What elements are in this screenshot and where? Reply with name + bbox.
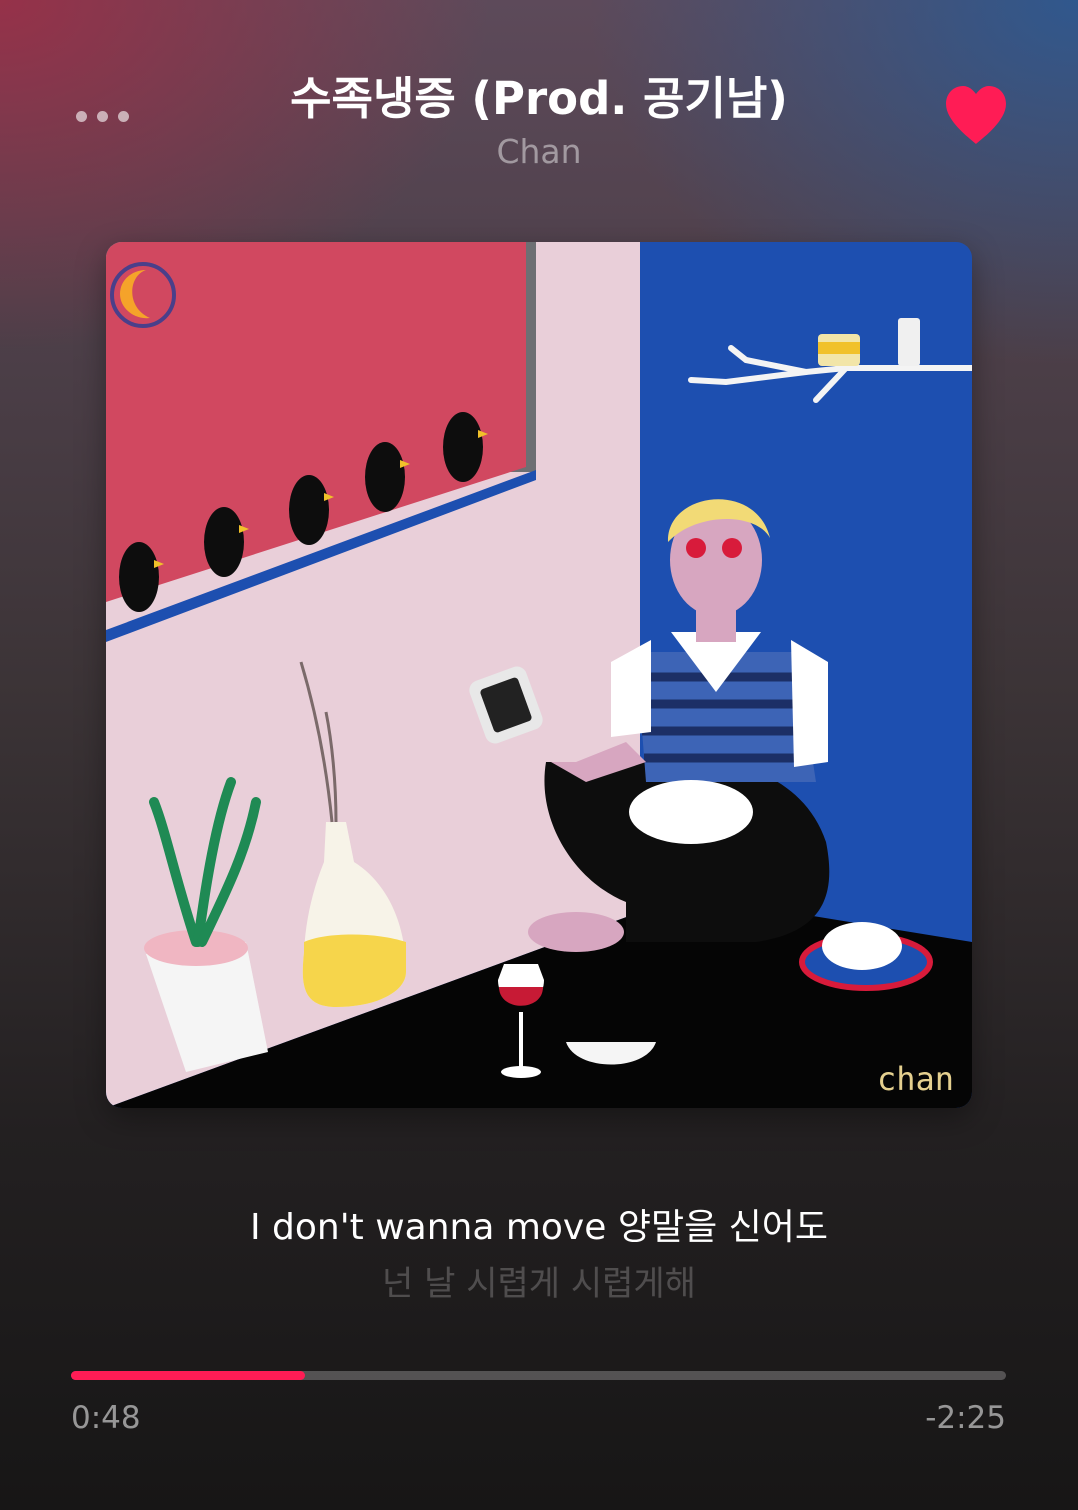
like-button[interactable]: [942, 84, 1010, 148]
lyric-line-next: 넌 날 시렵게 시렵게해: [382, 1264, 696, 1304]
remaining-time: -2:25: [925, 1400, 1006, 1436]
more-options-button[interactable]: [64, 96, 140, 136]
elapsed-time: 0:48: [71, 1400, 141, 1436]
artwork-cat: [629, 780, 753, 844]
more-dots-icon: [75, 110, 87, 122]
song-title: 수족냉증 (Prod. 공기남): [290, 72, 788, 125]
artist-name[interactable]: Chan: [180, 132, 898, 171]
heart-icon: [946, 86, 1006, 144]
artwork-rabbit: [822, 922, 902, 970]
more-dots-icon: [117, 110, 129, 122]
more-dots-icon: [96, 110, 108, 122]
artwork-signature: chan: [877, 1060, 954, 1098]
playback-progress-bar[interactable]: [71, 1371, 1006, 1380]
lyric-line-previous: ㅗ ㅗ ㅗ: [0, 1160, 1078, 1184]
player-header: 수족냉증 (Prod. 공기남) Chan: [0, 0, 1078, 200]
progress-fill: [71, 1371, 305, 1380]
album-artwork[interactable]: chan: [106, 242, 972, 1108]
lyric-line-current: I don't wanna move 양말을 신어도: [249, 1207, 828, 1248]
